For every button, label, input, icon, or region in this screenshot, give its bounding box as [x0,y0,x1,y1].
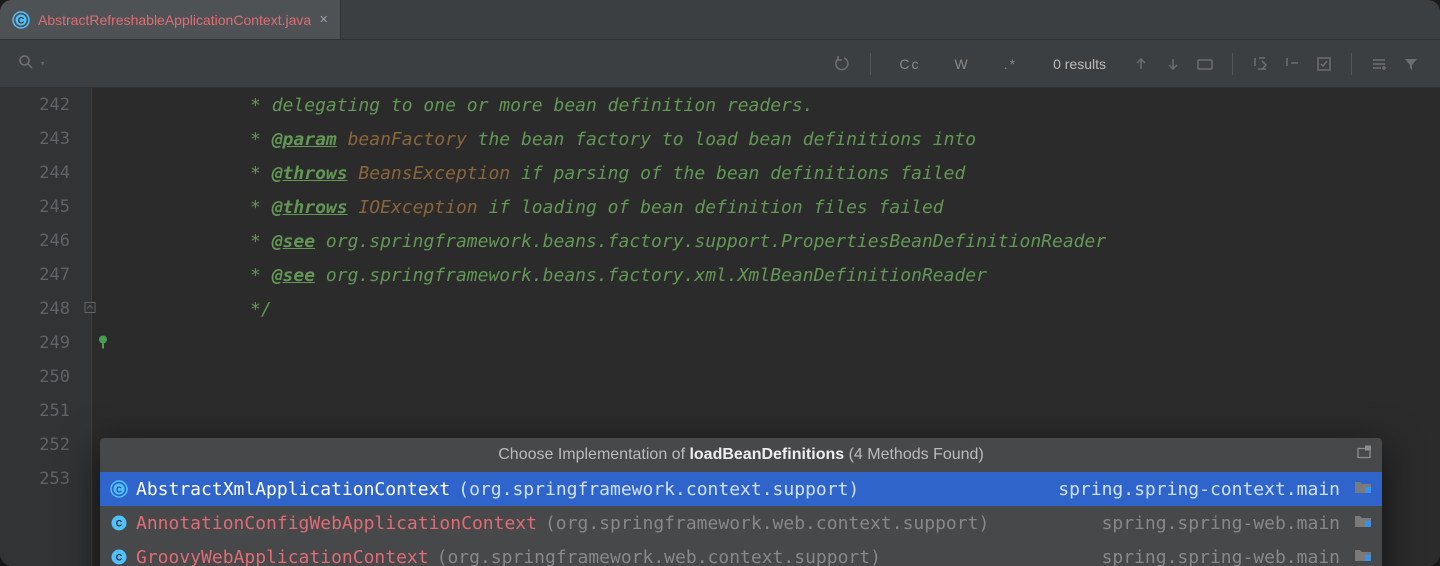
implementation-class-name: AbstractXmlApplicationContext [136,479,450,500]
implementation-package: (org.springframework.web.context.support… [437,547,881,566]
implemented-method-gutter-icon[interactable] [96,333,110,354]
line-number: 253 [0,469,92,489]
tab-bar: C AbstractRefreshableApplicationContext.… [0,0,1440,40]
svg-text:C: C [116,553,123,563]
popup-title-count: (4 Methods Found) [844,446,984,463]
code-line[interactable]: 247 * @see org.springframework.beans.fac… [0,258,1440,292]
implementation-module: spring.spring-web.main [1102,547,1340,566]
code-line[interactable]: 249 [0,326,1440,360]
implementation-chooser-popup: Choose Implementation of loadBeanDefinit… [100,438,1382,566]
line-number: 250 [0,367,92,387]
divider [870,53,871,75]
fold-up-icon[interactable] [84,302,96,317]
editor-tab[interactable]: C AbstractRefreshableApplicationContext.… [0,0,341,39]
line-number: 246 [0,231,92,251]
implementation-package: (org.springframework.context.support) [458,479,859,500]
search-history-dropdown-icon[interactable]: ▾ [40,59,45,69]
prev-match-icon[interactable] [1132,55,1150,73]
popup-title-prefix: Choose Implementation of [498,446,689,463]
code-line[interactable]: 243 * @param beanFactory the bean factor… [0,122,1440,156]
match-case-toggle[interactable]: Cc [889,56,930,72]
implementation-option[interactable]: C GroovyWebApplicationContext (org.spring… [100,540,1382,566]
find-options-group: Cc W .* [824,53,1037,75]
line-content: * @see org.springframework.beans.factory… [92,231,1106,252]
implementation-option[interactable]: C AnnotationConfigWebApplicationContext (… [100,506,1382,540]
line-content: */ [92,299,272,320]
results-count: 0 results [1043,56,1116,72]
implementation-class-name: GroovyWebApplicationContext [136,547,429,566]
tab-filename: AbstractRefreshableApplicationContext.ja… [38,12,311,28]
line-content: * @throws IOException if loading of bean… [92,197,944,218]
class-file-icon: C [12,11,30,29]
next-match-icon[interactable] [1164,55,1182,73]
line-number: 249 [0,333,92,353]
settings-icon[interactable] [1370,55,1388,73]
close-tab-icon[interactable]: ✕ [319,13,328,26]
line-number: 242 [0,95,92,115]
popup-title: Choose Implementation of loadBeanDefinit… [100,438,1382,472]
source-root-folder-icon [1354,479,1372,500]
code-editor[interactable]: 242 * delegating to one or more bean def… [0,88,1440,566]
code-line[interactable]: 244 * @throws BeansException if parsing … [0,156,1440,190]
line-content: * delegating to one or more bean definit… [92,95,814,116]
line-number: 247 [0,265,92,285]
code-line[interactable]: 251 [0,394,1440,428]
divider [1232,53,1233,75]
implementation-option[interactable]: C AbstractXmlApplicationContext (org.spri… [100,472,1382,506]
implementation-package: (org.springframework.web.context.support… [545,513,989,534]
code-line[interactable]: 248 */ [0,292,1440,326]
filter-icon[interactable] [1402,55,1420,73]
implementation-module: spring.spring-web.main [1102,513,1340,534]
svg-text:C: C [116,519,123,529]
class-icon: C [110,514,128,532]
implementation-module: spring.spring-context.main [1058,479,1340,500]
source-root-folder-icon [1354,547,1372,566]
words-toggle[interactable]: W [945,56,980,72]
ide-window: C AbstractRefreshableApplicationContext.… [0,0,1440,566]
line-number: 245 [0,197,92,217]
remove-selection-icon[interactable] [1283,55,1301,73]
code-line[interactable]: 245 * @throws IOException if loading of … [0,190,1440,224]
popup-title-method: loadBeanDefinitions [689,446,844,463]
regex-toggle[interactable]: .* [994,56,1027,72]
pin-popup-icon[interactable] [1356,445,1372,466]
line-content: * @see org.springframework.beans.factory… [92,265,987,286]
line-number: 252 [0,435,92,455]
find-toolbar: ▾ Cc W .* 0 results [0,40,1440,88]
select-all-occurrences-icon[interactable] [1315,55,1333,73]
code-line[interactable]: 246 * @see org.springframework.beans.fac… [0,224,1440,258]
class-target-icon: C [110,480,128,498]
search-input-box[interactable]: ▾ [10,48,818,80]
line-number: 244 [0,163,92,183]
svg-text:C: C [18,15,25,25]
divider [1351,53,1352,75]
svg-text:C: C [116,486,122,495]
code-line[interactable]: 250 [0,360,1440,394]
select-all-icon[interactable] [1196,55,1214,73]
implementation-class-name: AnnotationConfigWebApplicationContext [136,513,537,534]
source-root-folder-icon [1354,513,1372,534]
prev-search-icon[interactable] [834,55,852,73]
code-line[interactable]: 242 * delegating to one or more bean def… [0,88,1440,122]
find-nav-group [1122,53,1430,75]
line-number: 243 [0,129,92,149]
line-content: * @param beanFactory the bean factory to… [92,129,976,150]
add-selection-icon[interactable] [1251,55,1269,73]
line-number: 248 [0,299,92,319]
line-content: * @throws BeansException if parsing of t… [92,163,965,184]
search-icon [18,54,34,74]
line-number: 251 [0,401,92,421]
class-icon: C [110,548,128,566]
